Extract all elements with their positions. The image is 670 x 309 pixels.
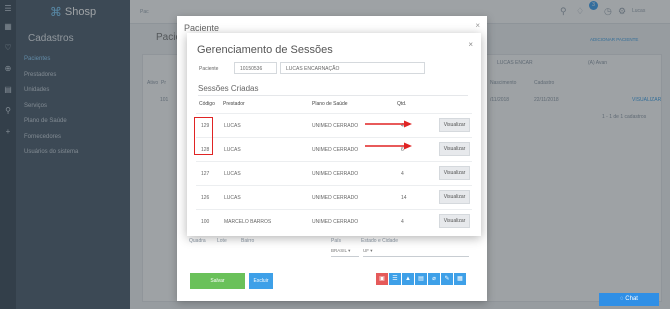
highlight-box bbox=[194, 117, 213, 155]
estado-cidade-label: Estado e Cidade bbox=[361, 238, 398, 244]
pais-select[interactable]: BRASIL ▾ bbox=[331, 248, 359, 257]
divider bbox=[198, 95, 468, 96]
sessions-modal-title: Gerenciamento de Sessões bbox=[197, 44, 333, 56]
document-icon[interactable]: ▤ bbox=[415, 273, 427, 285]
session-code: 100 bbox=[201, 219, 210, 225]
sessions-section-title: Sessões Criadas bbox=[198, 84, 259, 93]
session-qty: 4 bbox=[401, 219, 404, 225]
session-provider: MARCELO BARROS bbox=[224, 219, 272, 225]
session-code: 126 bbox=[201, 195, 210, 201]
save-button[interactable]: Salvar bbox=[190, 273, 245, 289]
session-row: 100 MARCELO BARROS UNIMED CERRADO 4 Visu… bbox=[196, 209, 472, 233]
session-plan: UNIMED CERRADO bbox=[312, 171, 359, 177]
session-provider: LUCAS bbox=[224, 123, 241, 129]
session-row: 128 LUCAS UNIMED CERRADO 6 Visualizar bbox=[196, 137, 472, 161]
session-qty: 14 bbox=[401, 195, 407, 201]
session-qty: 4 bbox=[401, 171, 404, 177]
col-plano: Plano de Saúde bbox=[312, 101, 348, 107]
pais-value: BRASIL bbox=[331, 248, 347, 253]
close-icon[interactable]: × bbox=[475, 21, 480, 30]
session-row: 127 LUCAS UNIMED CERRADO 4 Visualizar bbox=[196, 161, 472, 185]
pais-label: País bbox=[331, 238, 342, 244]
sessions-modal: Gerenciamento de Sessões × Paciente 1015… bbox=[187, 33, 481, 236]
session-provider: LUCAS bbox=[224, 147, 241, 153]
visualize-button[interactable]: Visualizar bbox=[439, 142, 470, 156]
list-icon[interactable]: ☰ bbox=[389, 273, 401, 285]
session-row: 126 LUCAS UNIMED CERRADO 14 Visualizar bbox=[196, 185, 472, 209]
patient-modal-title: Paciente bbox=[184, 23, 220, 33]
quadra-label: Quadra bbox=[189, 238, 206, 244]
session-code: 127 bbox=[201, 171, 210, 177]
session-plan: UNIMED CERRADO bbox=[312, 123, 359, 129]
patient-label: Paciente bbox=[199, 66, 219, 72]
visualize-button[interactable]: Visualizar bbox=[439, 214, 470, 228]
edit-icon[interactable]: ✎ bbox=[441, 273, 453, 285]
delete-button[interactable]: Excluir bbox=[249, 273, 273, 289]
lote-label: Lote bbox=[217, 238, 227, 244]
calendar-icon[interactable]: ▣ bbox=[376, 273, 388, 285]
patient-name-field: LUCAS ENCARNAÇÃO bbox=[280, 62, 425, 74]
visualize-button[interactable]: Visualizar bbox=[439, 190, 470, 204]
chat-label: Chat bbox=[625, 296, 638, 302]
print-icon[interactable]: ▦ bbox=[454, 273, 466, 285]
patient-code-field: 10150536 bbox=[234, 62, 277, 74]
close-icon[interactable]: × bbox=[468, 40, 473, 49]
bairro-label: Bairro bbox=[241, 238, 255, 244]
session-provider: LUCAS bbox=[224, 171, 241, 177]
chat-button[interactable]: ◌ Chat bbox=[599, 293, 659, 306]
session-plan: UNIMED CERRADO bbox=[312, 147, 359, 153]
uf-select[interactable]: UF ▾ bbox=[363, 248, 469, 257]
visualize-button[interactable]: Visualizar bbox=[439, 166, 470, 180]
upload-icon[interactable]: ▲ bbox=[402, 273, 414, 285]
uf-value: UF bbox=[363, 248, 369, 253]
visualize-button[interactable]: Visualizar bbox=[439, 118, 470, 132]
session-row: 129 LUCAS UNIMED CERRADO 4 Visualizar bbox=[196, 113, 472, 137]
attachment-icon[interactable]: ⌀ bbox=[428, 273, 440, 285]
col-codigo: Código bbox=[199, 101, 215, 107]
session-plan: UNIMED CERRADO bbox=[312, 195, 359, 201]
session-plan: UNIMED CERRADO bbox=[312, 219, 359, 225]
session-provider: LUCAS bbox=[224, 195, 241, 201]
highlight-arrow-icon bbox=[365, 142, 412, 150]
chat-icon: ◌ bbox=[620, 296, 624, 302]
col-qtd: Qtd. bbox=[397, 101, 407, 107]
col-prestador: Prestador bbox=[223, 101, 245, 107]
highlight-arrow-icon bbox=[365, 120, 412, 128]
